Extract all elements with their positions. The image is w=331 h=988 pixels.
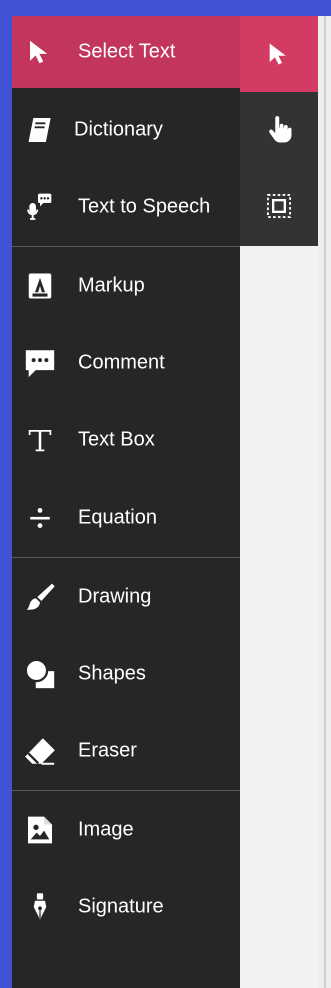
- menu-item-image[interactable]: Image: [12, 794, 240, 866]
- menu-item-label: Drawing: [78, 585, 152, 608]
- menu-divider: [12, 246, 240, 247]
- menu-item-label: Signature: [78, 895, 164, 918]
- menu-divider: [12, 790, 240, 791]
- microphone-speech-icon: [22, 189, 58, 225]
- menu-item-comment[interactable]: Comment: [12, 327, 240, 399]
- menu-item-label: Dictionary: [74, 118, 163, 141]
- menu-item-label: Text to Speech: [78, 195, 211, 218]
- menu-item-dictionary[interactable]: Dictionary: [12, 94, 240, 166]
- tool-menu: Select Text Dictionary Text to Speech Ma…: [12, 16, 240, 988]
- marquee-select-icon: [265, 192, 293, 220]
- quick-tools-bar: [240, 16, 318, 246]
- image-icon: [22, 812, 58, 848]
- menu-item-label: Equation: [78, 506, 157, 529]
- menu-item-label: Shapes: [78, 662, 146, 685]
- cursor-arrow-icon: [265, 40, 293, 68]
- divide-icon: [22, 500, 58, 536]
- menu-item-markup[interactable]: Markup: [12, 250, 240, 322]
- menu-item-equation[interactable]: Equation: [12, 482, 240, 554]
- highlighter-icon: [22, 268, 58, 304]
- menu-item-shapes[interactable]: Shapes: [12, 638, 240, 710]
- text-t-icon: [22, 422, 58, 458]
- quick-marquee-button[interactable]: [240, 168, 318, 244]
- eraser-icon: [22, 733, 58, 769]
- menu-item-signature[interactable]: Signature: [12, 871, 240, 943]
- quick-pan-button[interactable]: [240, 92, 318, 168]
- menu-item-label: Image: [78, 818, 134, 841]
- menu-item-label: Text Box: [78, 428, 155, 451]
- pen-nib-icon: [22, 889, 58, 925]
- menu-item-text-box[interactable]: Text Box: [12, 404, 240, 476]
- menu-item-drawing[interactable]: Drawing: [12, 561, 240, 633]
- book-icon: [22, 112, 58, 148]
- menu-item-text-to-speech[interactable]: Text to Speech: [12, 171, 240, 243]
- menu-item-label: Markup: [78, 274, 145, 297]
- menu-item-eraser[interactable]: Eraser: [12, 715, 240, 787]
- menu-item-select-text[interactable]: Select Text: [12, 16, 240, 88]
- quick-select-button[interactable]: [240, 16, 318, 92]
- shapes-icon: [22, 656, 58, 692]
- brush-icon: [22, 579, 58, 615]
- comment-icon: [22, 345, 58, 381]
- menu-divider: [12, 557, 240, 558]
- hand-pointer-icon: [264, 115, 294, 145]
- menu-item-label: Eraser: [78, 739, 137, 762]
- menu-item-label: Comment: [78, 351, 165, 374]
- cursor-arrow-icon: [22, 34, 58, 70]
- scrollbar-track[interactable]: [324, 16, 326, 988]
- menu-item-label: Select Text: [78, 40, 176, 63]
